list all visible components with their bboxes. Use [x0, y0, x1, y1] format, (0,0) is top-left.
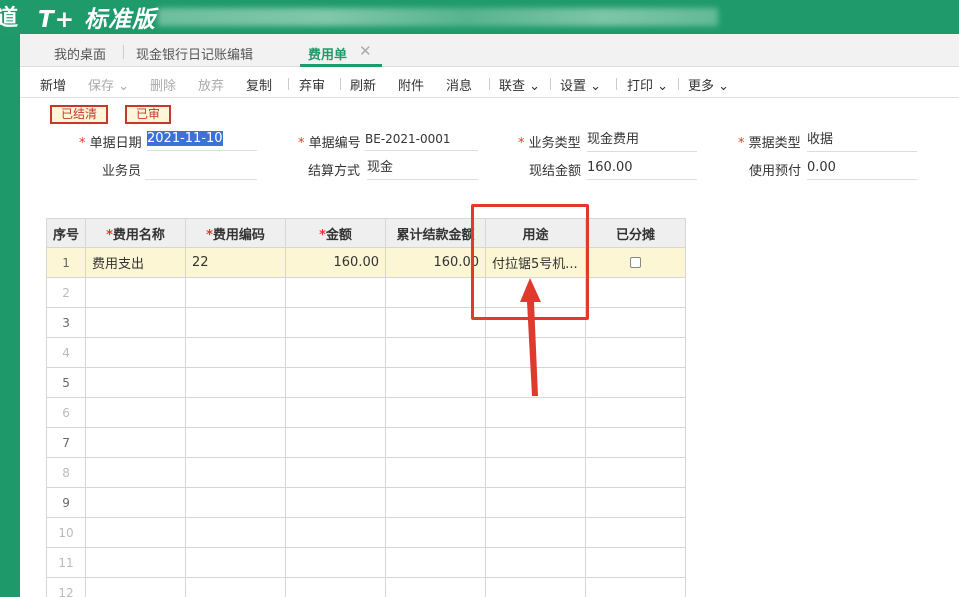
app-header: 道 T+ 标准版 — [0, 0, 959, 34]
annotation-arrow-icon — [520, 278, 541, 396]
app-logo: T+ 标准版 — [38, 7, 156, 33]
blurred-region — [158, 8, 718, 26]
edge-glyph: 道 — [0, 5, 19, 31]
main-panel: 我的桌面 现金银行日记账编辑 费用单 ✕ 新增 保存 ⌄ 删除 放弃 复制 弃审… — [20, 34, 959, 597]
left-strip — [0, 34, 20, 597]
